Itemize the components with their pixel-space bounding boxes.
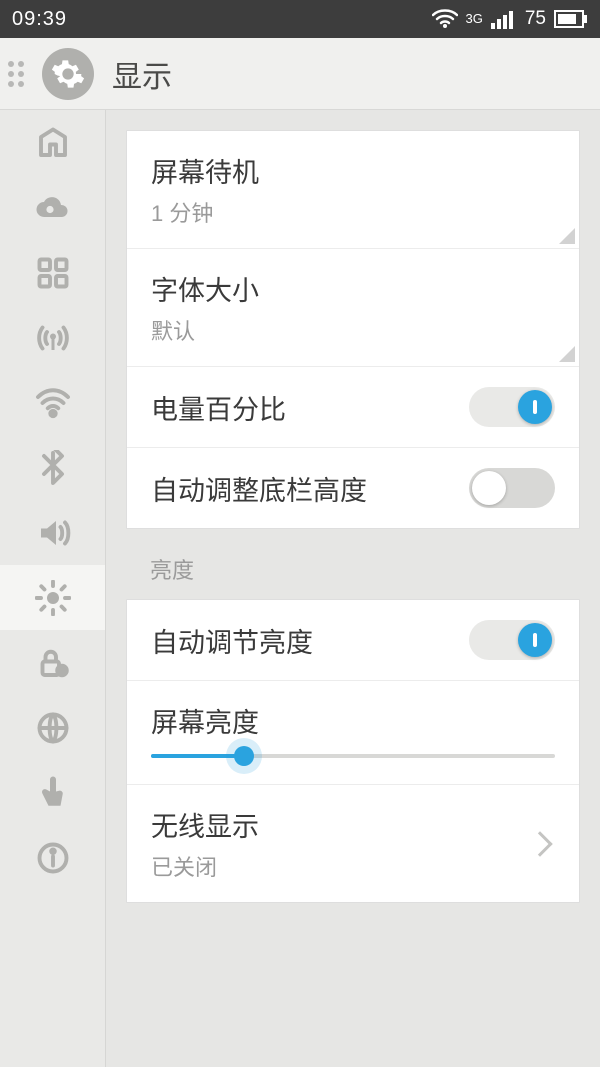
- sidebar-item-display[interactable]: [0, 565, 105, 630]
- wifi-icon: [432, 9, 458, 29]
- row-screen-brightness: 屏幕亮度: [127, 681, 579, 785]
- value: 1 分钟: [151, 196, 555, 228]
- card-brightness: 自动调节亮度 屏幕亮度 无线显示 已关闭: [126, 599, 580, 903]
- spinner-indicator-icon: [559, 346, 575, 362]
- value: 默认: [151, 314, 555, 346]
- sidebar-item-cloud[interactable]: [0, 175, 105, 240]
- chevron-right-icon: [527, 831, 552, 856]
- label: 屏幕待机: [151, 151, 555, 190]
- brightness-slider[interactable]: [151, 740, 555, 764]
- label: 屏幕亮度: [151, 701, 555, 740]
- auto-navbar-switch[interactable]: [469, 468, 555, 508]
- title-bar: 显示: [0, 38, 600, 110]
- sidebar-item-apps[interactable]: [0, 240, 105, 305]
- sidebar-item-wifi[interactable]: [0, 370, 105, 435]
- sidebar-item-home[interactable]: [0, 110, 105, 175]
- sidebar-item-security[interactable]: [0, 630, 105, 695]
- battery-percent-text: 75: [525, 8, 546, 30]
- label: 电量百分比: [151, 388, 469, 427]
- row-wireless-display[interactable]: 无线显示 已关闭: [127, 785, 579, 902]
- label: 字体大小: [151, 269, 555, 308]
- status-bar: 09:39 3G 75: [0, 0, 600, 38]
- section-brightness-label: 亮度: [106, 529, 600, 599]
- row-auto-navbar-height: 自动调整底栏高度: [127, 448, 579, 528]
- gear-icon[interactable]: [42, 48, 94, 100]
- card-general: 屏幕待机 1 分钟 字体大小 默认 电量百分比 自动调整底栏高度: [126, 130, 580, 529]
- sidebar-item-sound[interactable]: [0, 500, 105, 565]
- sidebar-item-touch[interactable]: [0, 760, 105, 825]
- page-title: 显示: [112, 52, 172, 96]
- network-type: 3G: [466, 13, 483, 25]
- label: 自动调整底栏高度: [151, 469, 469, 508]
- row-screen-timeout[interactable]: 屏幕待机 1 分钟: [127, 131, 579, 249]
- battery-percent-switch[interactable]: [469, 387, 555, 427]
- content: 屏幕待机 1 分钟 字体大小 默认 电量百分比 自动调整底栏高度 亮度 自动调节…: [0, 110, 600, 1067]
- status-time: 09:39: [12, 8, 67, 31]
- sidebar: [0, 110, 106, 1067]
- label: 自动调节亮度: [151, 621, 469, 660]
- sidebar-item-cellular[interactable]: [0, 305, 105, 370]
- sidebar-item-info[interactable]: [0, 825, 105, 890]
- spinner-indicator-icon: [559, 228, 575, 244]
- auto-brightness-switch[interactable]: [469, 620, 555, 660]
- status-right: 3G 75: [432, 8, 588, 30]
- label: 无线显示: [151, 805, 531, 844]
- drag-handle-icon[interactable]: [8, 61, 24, 87]
- value: 已关闭: [151, 850, 531, 882]
- sidebar-item-globe[interactable]: [0, 695, 105, 760]
- row-auto-brightness: 自动调节亮度: [127, 600, 579, 681]
- row-font-size[interactable]: 字体大小 默认: [127, 249, 579, 367]
- sidebar-item-bluetooth[interactable]: [0, 435, 105, 500]
- battery-icon: [554, 9, 588, 29]
- row-battery-percent: 电量百分比: [127, 367, 579, 448]
- main-panel: 屏幕待机 1 分钟 字体大小 默认 电量百分比 自动调整底栏高度 亮度 自动调节…: [106, 110, 600, 1067]
- signal-icon: [491, 9, 517, 29]
